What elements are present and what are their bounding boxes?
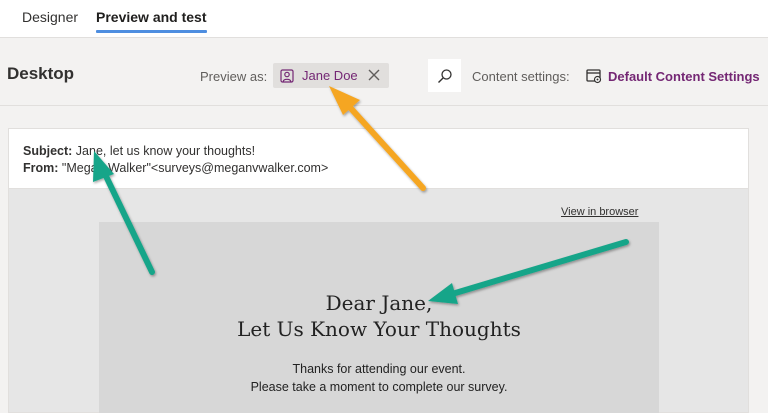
content-settings-label: Content settings: [472, 69, 570, 84]
search-button[interactable] [428, 59, 461, 92]
email-body-text: Thanks for attending our event. Please t… [99, 360, 659, 396]
subject-label: Subject: [23, 144, 73, 158]
email-preview-body: View in browser Dear Jane, Let Us Know Y… [8, 188, 749, 413]
device-title: Desktop [7, 64, 75, 83]
email-header: Subject: Jane, let us know your thoughts… [8, 128, 749, 188]
persona-selector[interactable]: Jane Doe [273, 63, 389, 88]
email-heading: Dear Jane, Let Us Know Your Thoughts [99, 290, 659, 342]
from-row: From: "Megan Walker"<surveys@meganvwalke… [23, 160, 748, 177]
body-line-1: Thanks for attending our event. [292, 362, 466, 376]
preview-as-label: Preview as: [200, 69, 268, 84]
from-value: "Megan Walker"<surveys@meganvwalker.com> [61, 161, 329, 175]
heading-line-2: Let Us Know Your Thoughts [237, 317, 521, 341]
preview-toolbar: Desktop Preview as: Jane Doe Content set… [0, 38, 768, 106]
view-in-browser-link[interactable]: View in browser [561, 206, 638, 218]
heading-line-1: Dear Jane, [325, 291, 433, 315]
close-icon[interactable] [367, 68, 381, 82]
content-settings-icon [586, 68, 602, 84]
subject-value: Jane, let us know your thoughts! [75, 144, 256, 158]
body-line-2: Please take a moment to complete our sur… [250, 380, 508, 394]
subject-row: Subject: Jane, let us know your thoughts… [23, 143, 748, 160]
email-banner: Dear Jane, Let Us Know Your Thoughts Tha… [99, 222, 659, 413]
tab-designer[interactable]: Designer [22, 9, 78, 33]
tab-preview-and-test[interactable]: Preview and test [96, 9, 207, 33]
tab-bar: Designer Preview and test [0, 0, 768, 38]
search-icon [437, 68, 453, 84]
from-label: From: [23, 161, 59, 175]
person-icon [280, 68, 294, 83]
persona-name: Jane Doe [302, 68, 358, 83]
content-settings-link[interactable]: Default Content Settings [608, 69, 760, 84]
